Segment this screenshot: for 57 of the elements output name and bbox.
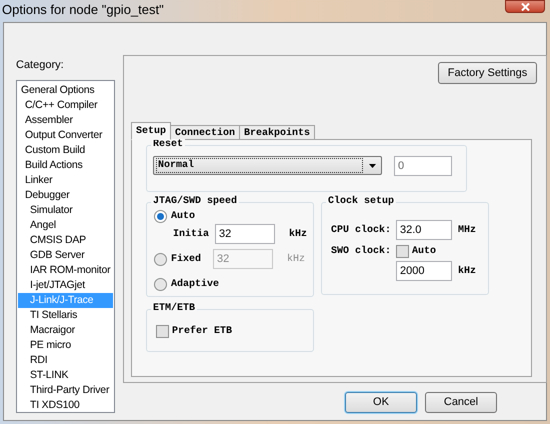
factory-settings-button[interactable]: Factory Settings xyxy=(438,62,537,84)
category-item[interactable]: IAR ROM-monitor xyxy=(18,263,113,278)
checkbox-label: Auto xyxy=(412,244,436,258)
radio-button[interactable] xyxy=(154,278,167,291)
category-item[interactable]: TI Stellaris xyxy=(18,308,113,323)
unit-label: kHz xyxy=(458,264,476,278)
category-item[interactable]: Build Actions xyxy=(18,158,113,173)
category-item[interactable]: Macraigor xyxy=(18,323,113,338)
close-button[interactable] xyxy=(505,0,545,13)
category-item[interactable]: Debugger xyxy=(18,188,113,203)
field-label: CPU clock: xyxy=(331,224,392,238)
category-item[interactable]: GDB Server xyxy=(18,248,113,263)
reset-dropdown[interactable]: Normal xyxy=(153,156,382,175)
category-item[interactable]: General Options xyxy=(18,83,113,98)
category-item[interactable]: Assembler xyxy=(18,113,113,128)
checkbox-label: Prefer ETB xyxy=(172,324,232,339)
category-item[interactable]: ST-LINK xyxy=(18,368,113,383)
ok-button[interactable]: OK xyxy=(345,392,417,413)
category-item[interactable]: Output Converter xyxy=(18,128,113,143)
close-icon xyxy=(520,2,530,10)
category-item[interactable]: CMSIS DAP xyxy=(18,233,113,248)
caret-icon xyxy=(369,164,376,168)
radio-label: Adaptive xyxy=(171,278,220,292)
field-label: SWO clock: xyxy=(331,244,392,258)
group-title: Clock setup xyxy=(326,196,396,208)
category-item[interactable]: Third-Party Driver xyxy=(18,383,113,398)
group-title: JTAG/SWD speed xyxy=(151,196,240,208)
radio-label: Auto xyxy=(171,210,196,224)
category-item[interactable]: PE micro xyxy=(18,338,113,353)
category-item[interactable]: C/C++ Compiler xyxy=(18,98,113,113)
category-item[interactable]: Linker xyxy=(18,173,113,188)
category-item[interactable]: I-jet/JTAGjet xyxy=(18,278,113,293)
window-title: Options for node "gpio_test" xyxy=(2,1,164,19)
unit-label: kHz xyxy=(287,252,306,266)
unit-label: kHz xyxy=(289,228,308,242)
unit-label: MHz xyxy=(458,224,476,238)
category-item[interactable]: TI XDS100 xyxy=(18,398,113,413)
tab[interactable]: Breakpoints xyxy=(240,125,316,140)
checkbox[interactable] xyxy=(396,244,409,258)
field-label: Initia xyxy=(173,228,210,242)
cancel-button[interactable]: Cancel xyxy=(425,392,497,413)
reset-field[interactable]: 0 xyxy=(394,156,452,176)
checkbox[interactable] xyxy=(156,325,169,338)
swo-clock-field[interactable]: 2000 xyxy=(396,261,452,281)
initial-speed-field[interactable]: 32 xyxy=(215,224,275,244)
cpu-clock-field[interactable]: 32.0 xyxy=(396,220,452,240)
category-list[interactable] xyxy=(16,80,115,413)
category-item[interactable]: Angel xyxy=(18,218,113,233)
dropdown-value: Normal xyxy=(156,158,363,173)
category-label: Category: xyxy=(16,58,65,72)
radio-button[interactable] xyxy=(154,210,167,223)
category-item[interactable]: Simulator xyxy=(18,203,113,218)
radio-label: Fixed xyxy=(171,252,202,266)
tab[interactable]: Connection xyxy=(171,125,240,140)
category-item[interactable]: Custom Build xyxy=(18,143,113,158)
tab[interactable]: Setup xyxy=(131,122,172,140)
category-item[interactable]: RDI xyxy=(18,353,113,368)
